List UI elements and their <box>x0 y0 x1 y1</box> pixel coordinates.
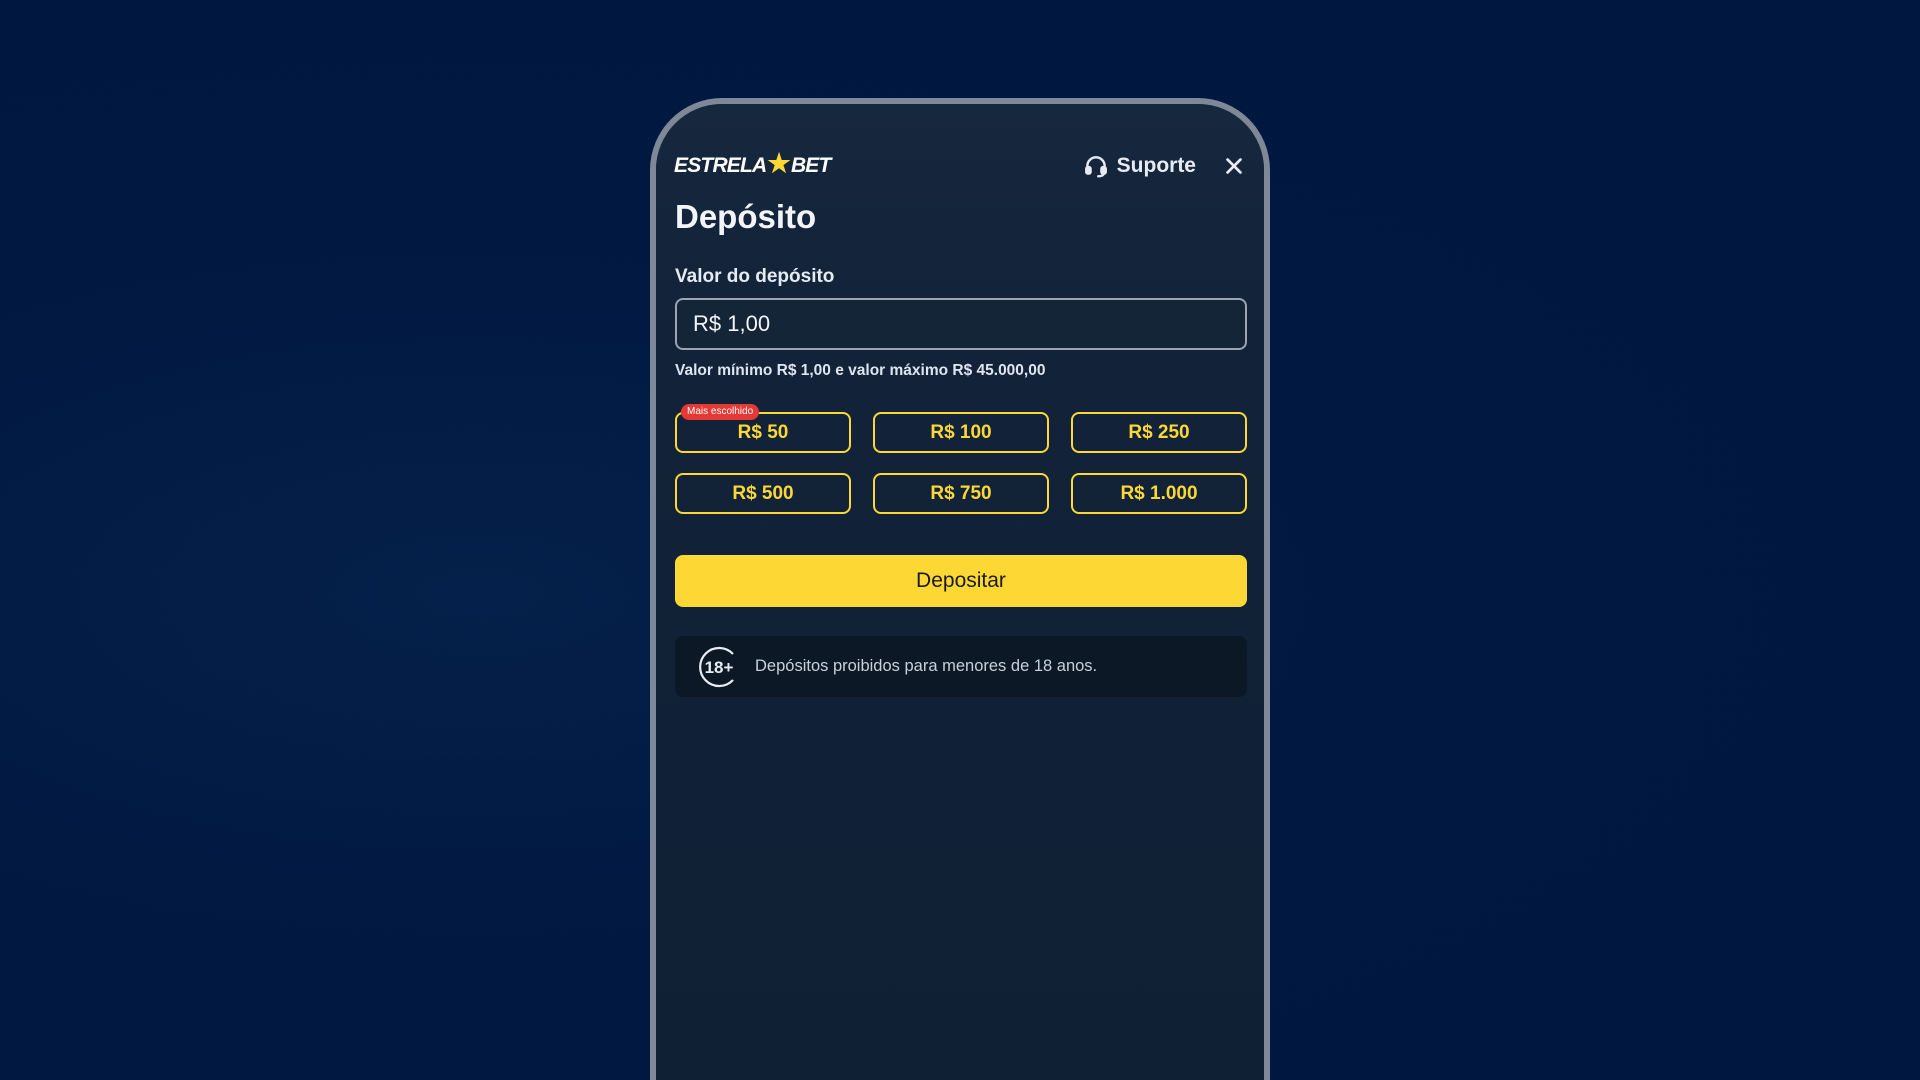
amount-chip-label: R$ 250 <box>1128 421 1190 443</box>
amount-chip-750[interactable]: R$ 750 <box>873 473 1049 514</box>
headset-icon <box>1084 156 1107 178</box>
amount-chip-250[interactable]: R$ 250 <box>1071 412 1247 453</box>
age-18-label: 18+ <box>705 658 734 677</box>
deposit-limits-text: Valor mínimo R$ 1,00 e valor máximo R$ 4… <box>675 362 1046 379</box>
age-restriction-notice: 18+ Depósitos proibidos para menores de … <box>675 636 1247 697</box>
top-actions: Suporte <box>1083 153 1246 179</box>
age-18-icon: 18+ <box>699 646 734 687</box>
amount-chip-label: R$ 100 <box>930 421 992 443</box>
deposit-amount-label: Valor do depósito <box>675 266 835 287</box>
amount-chip-label: R$ 50 <box>737 421 789 443</box>
most-chosen-badge: Mais escolhido <box>681 404 760 420</box>
deposit-button[interactable]: Depositar <box>675 555 1247 607</box>
age-restriction-text: Depósitos proibidos para menores de 18 a… <box>755 657 1098 675</box>
amount-chip-500[interactable]: R$ 500 <box>675 473 851 514</box>
deposit-amount-input[interactable] <box>675 298 1247 350</box>
quick-amount-grid: Mais escolhido R$ 50 R$ 100 R$ 250 R$ 50… <box>675 404 1247 514</box>
logo-text-left: ESTRELA <box>674 154 767 177</box>
support-label: Suporte <box>1116 154 1196 177</box>
amount-chip-50[interactable]: Mais escolhido R$ 50 <box>675 404 851 453</box>
star-icon: ★ <box>767 148 790 178</box>
support-button[interactable]: Suporte <box>1083 153 1196 179</box>
deposit-screen: ESTRELA ★ BET Suporte Depósito Valor do … <box>656 104 1264 1080</box>
amount-chip-100[interactable]: R$ 100 <box>873 412 1049 453</box>
amount-chip-label: R$ 500 <box>732 482 794 504</box>
phone-frame: ESTRELA ★ BET Suporte Depósito Valor do … <box>650 98 1270 1080</box>
logo-text-right: BET <box>790 154 831 177</box>
close-button[interactable] <box>1222 154 1246 178</box>
amount-chip-1000[interactable]: R$ 1.000 <box>1071 473 1247 514</box>
close-icon <box>1226 158 1242 174</box>
amount-chip-label: R$ 750 <box>930 482 992 504</box>
estrelabet-logo: ESTRELA ★ BET <box>674 148 831 179</box>
amount-chip-label: R$ 1.000 <box>1120 482 1198 504</box>
top-bar: ESTRELA ★ BET Suporte <box>674 150 1246 182</box>
page-title: Depósito <box>675 198 817 235</box>
